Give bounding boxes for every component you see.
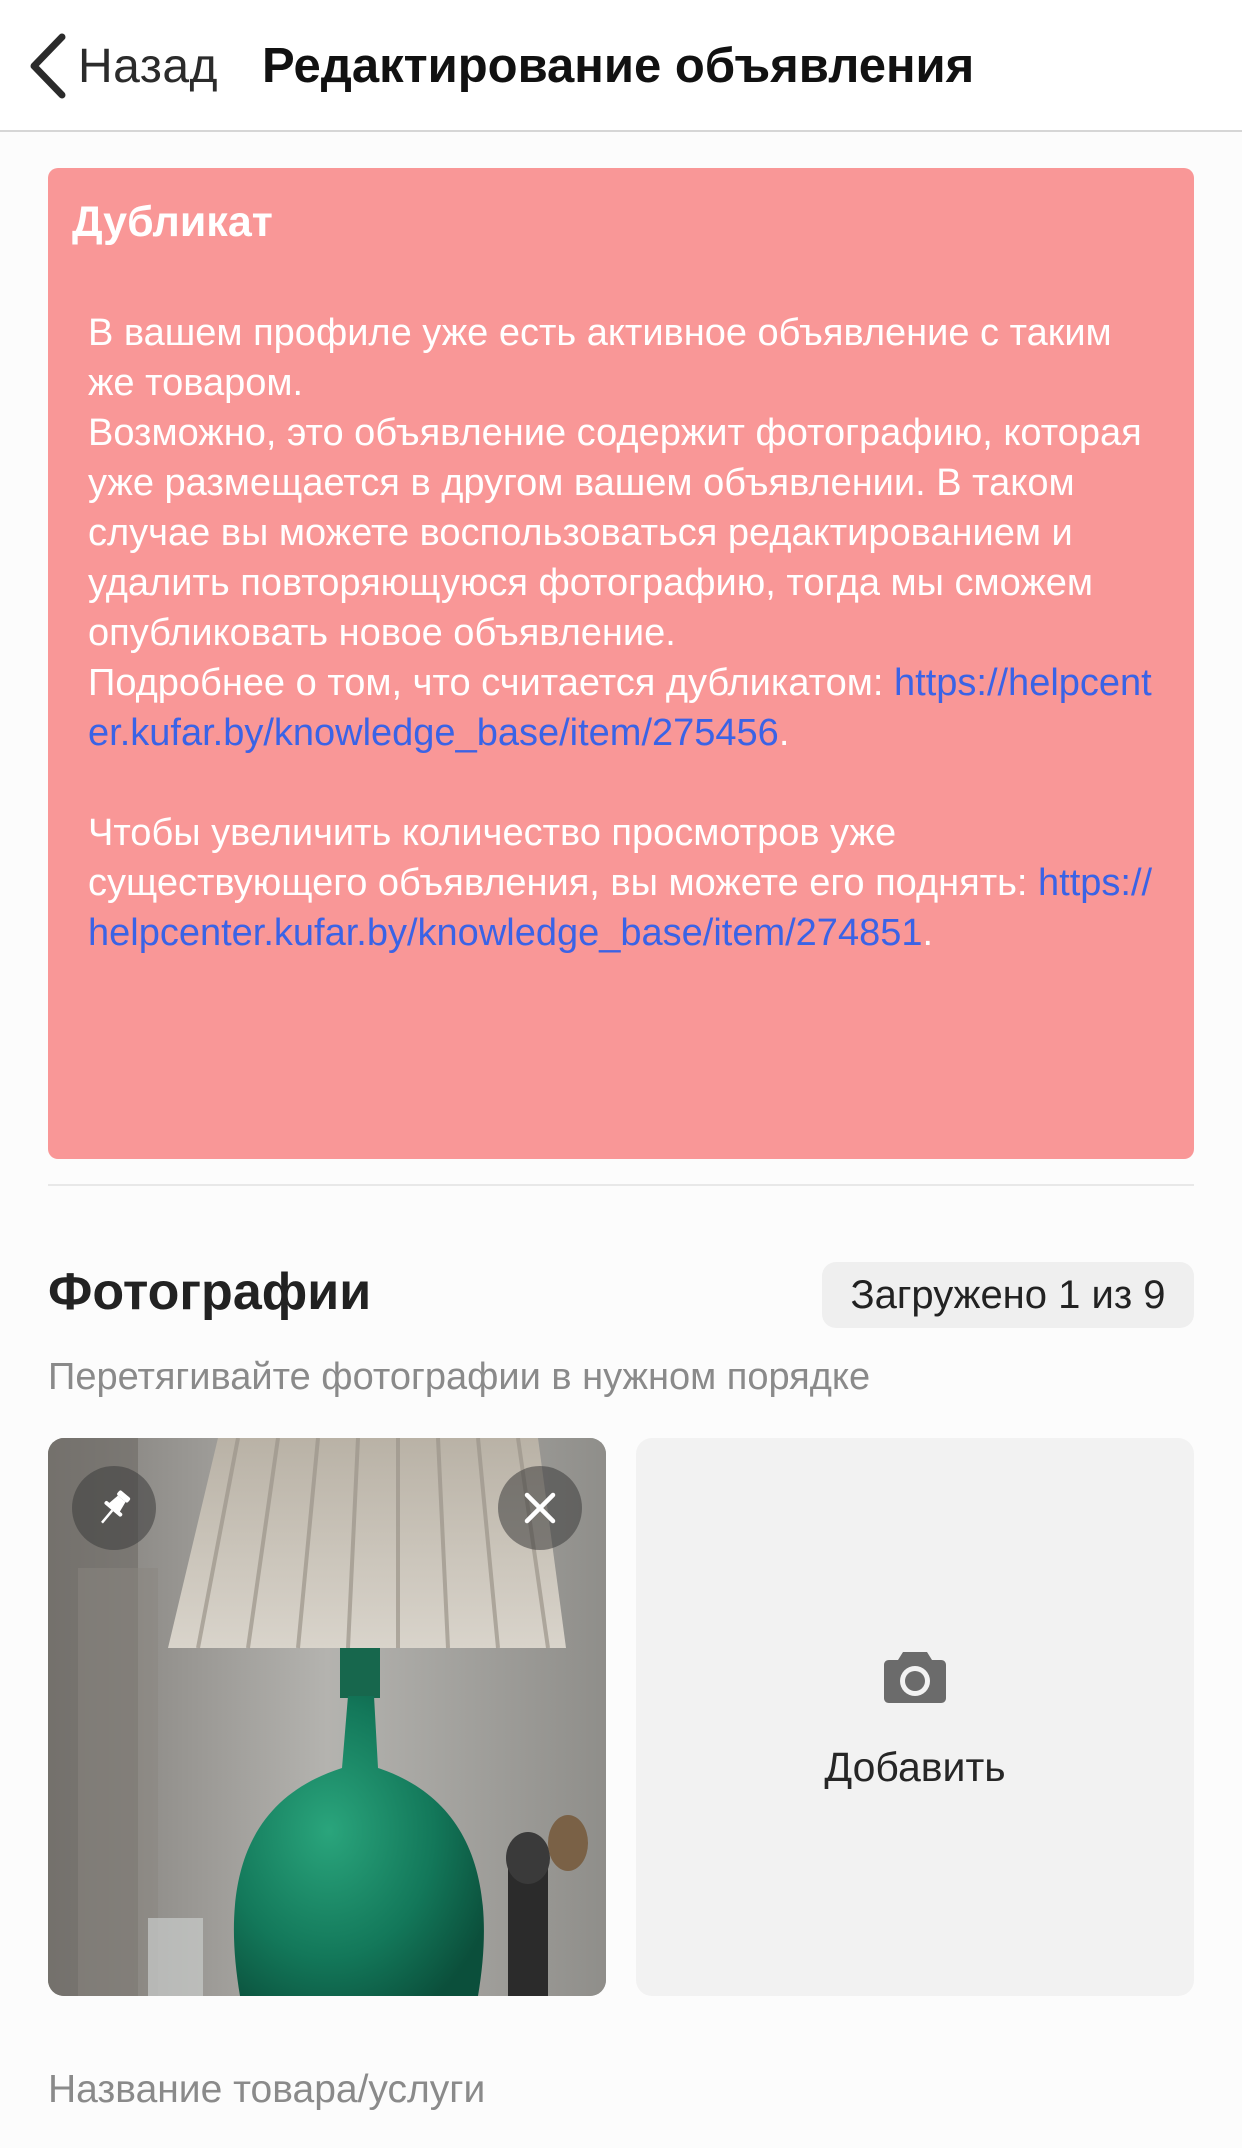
photos-hint: Перетягивайте фотографии в нужном порядк… xyxy=(48,1356,871,1398)
pin-icon xyxy=(101,1490,131,1524)
alert-body: В вашем профиле уже есть активное объявл… xyxy=(88,308,1168,958)
alert-text: Подробнее о том, что считается дубликато… xyxy=(88,662,894,704)
back-button[interactable]: Назад xyxy=(28,30,218,102)
upload-count-badge: Загружено 1 из 9 xyxy=(822,1262,1194,1328)
add-photo-label: Добавить xyxy=(824,1744,1006,1790)
pin-button[interactable] xyxy=(72,1466,156,1550)
duplicate-alert: Дубликат В вашем профиле уже есть активн… xyxy=(48,168,1194,1159)
remove-photo-button[interactable] xyxy=(498,1466,582,1550)
page-title: Редактирование объявления xyxy=(262,39,975,93)
alert-paragraph: Возможно, это объявление содержит фотогр… xyxy=(88,412,1142,654)
add-photo-button[interactable]: Добавить xyxy=(636,1438,1194,1996)
camera-icon xyxy=(884,1652,946,1703)
alert-text: . xyxy=(922,912,934,954)
alert-text: Чтобы увеличить количество просмотров уж… xyxy=(88,812,1039,904)
alert-paragraph: В вашем профиле уже есть активное объявл… xyxy=(88,312,1112,404)
divider xyxy=(48,1184,1194,1186)
chevron-left-icon xyxy=(30,33,66,99)
close-icon xyxy=(524,1492,556,1524)
photos-heading: Фотографии xyxy=(48,1263,372,1321)
alert-paragraph: Чтобы увеличить количество просмотров уж… xyxy=(88,808,1168,958)
back-label: Назад xyxy=(78,39,219,93)
alert-text: . xyxy=(778,712,790,754)
alert-paragraph: Подробнее о том, что считается дубликато… xyxy=(88,658,1168,758)
nav-bar: Назад Редактирование объявления xyxy=(0,0,1242,132)
photo-thumbnail[interactable] xyxy=(48,1438,606,1996)
alert-title: Дубликат xyxy=(72,198,273,246)
product-name-label: Название товара/услуги xyxy=(48,2068,486,2111)
